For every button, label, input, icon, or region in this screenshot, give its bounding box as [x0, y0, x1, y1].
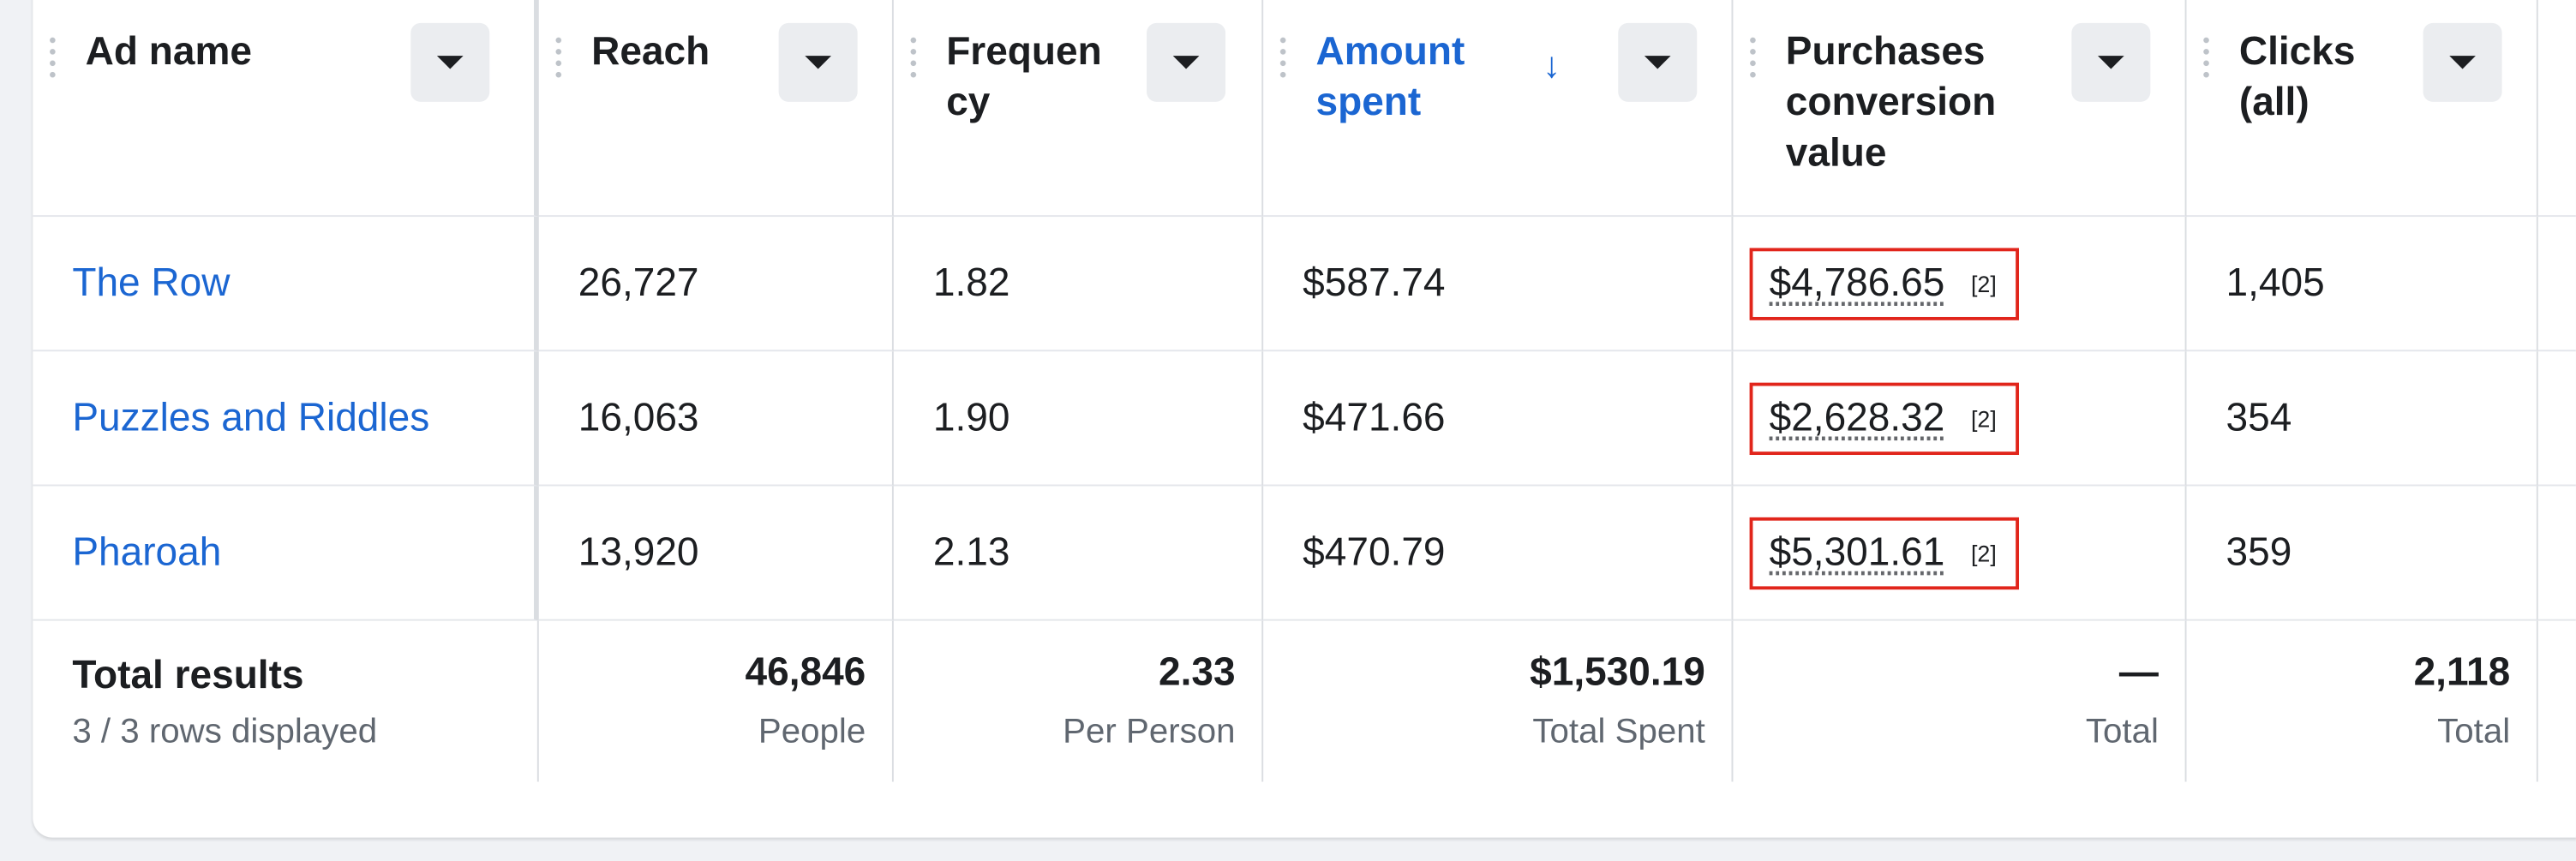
col-header-amount-spent[interactable]: Amount spent ↓	[1263, 0, 1734, 218]
total-reach-unit: People	[758, 712, 866, 751]
caret-down-icon	[436, 56, 464, 69]
drag-handle-icon[interactable]	[1749, 34, 1757, 81]
col-header-label: Clicks (all)	[2238, 29, 2356, 125]
table-row-cell-purchases: $5,301.61 [2]	[1733, 486, 2187, 621]
column-menu-button[interactable]	[1618, 22, 1698, 102]
header-overflow	[2537, 0, 2576, 218]
col-header-label: Frequen cy	[946, 29, 1102, 125]
caret-down-icon	[805, 56, 832, 69]
ads-report-panel: Ad name Reach Frequen cy Amount spent ↓ …	[33, 0, 2576, 838]
attribution-note[interactable]: [2]	[1971, 540, 1997, 566]
col-header-clicks-all[interactable]: Clicks (all)	[2186, 0, 2538, 218]
table-row-cell-reach: 13,920	[538, 486, 894, 621]
table-row-cell-amount-spent: $587.74	[1263, 217, 1734, 352]
col-header-label: Ad name	[85, 29, 252, 75]
table-row-cell-frequency: 2.13	[893, 486, 1264, 621]
table-row-cell-frequency: 1.82	[893, 217, 1264, 352]
table-row-cell-name: The Row	[33, 217, 539, 352]
totals-frequency-cell: 2.33 Per Person	[894, 620, 1264, 782]
column-menu-button[interactable]	[1147, 22, 1226, 102]
col-header-reach[interactable]: Reach	[538, 0, 894, 218]
total-results-label: Total results	[72, 653, 304, 698]
col-header-purchases-conversion-value[interactable]: Purchases conversion value	[1733, 0, 2187, 218]
table-row-cell-purchases: $4,786.65 [2]	[1733, 217, 2187, 352]
column-menu-button[interactable]	[410, 22, 490, 102]
drag-handle-icon[interactable]	[910, 34, 917, 81]
ad-name-link[interactable]: Puzzles and Riddles	[72, 395, 429, 441]
table-row-cell-name: Pharoah	[33, 486, 539, 621]
drag-handle-icon[interactable]	[2202, 34, 2210, 81]
table-row-cell-frequency: 1.90	[893, 351, 1264, 487]
total-frequency: 2.33	[1159, 650, 1236, 695]
purchases-value[interactable]: $4,786.65	[1770, 260, 1945, 307]
ad-name-link[interactable]: Pharoah	[72, 529, 221, 576]
table-row-cell-reach: 16,063	[538, 351, 894, 487]
total-clicks: 2,118	[2413, 650, 2511, 695]
purchases-value[interactable]: $2,628.32	[1770, 395, 1945, 441]
row-overflow	[2537, 351, 2576, 487]
purchases-value[interactable]: $5,301.61	[1770, 529, 1945, 576]
totals-purchases-cell: — Total	[1733, 620, 2187, 782]
column-menu-button[interactable]	[2423, 22, 2502, 102]
col-header-label: Reach	[591, 29, 710, 75]
highlight-box: $5,301.61 [2]	[1749, 516, 2020, 589]
drag-handle-icon[interactable]	[1279, 34, 1287, 81]
caret-down-icon	[1644, 56, 1671, 69]
total-purchases: —	[2118, 650, 2159, 695]
attribution-note[interactable]: [2]	[1971, 270, 1997, 296]
highlight-box: $4,786.65 [2]	[1749, 247, 2020, 320]
totals-reach-cell: 46,846 People	[539, 620, 894, 782]
column-menu-button[interactable]	[2071, 22, 2151, 102]
totals-label-cell: Total results 3 / 3 rows displayed	[33, 620, 539, 782]
totals-amount-cell: $1,530.19 Total Spent	[1263, 620, 1734, 782]
table-row-cell-purchases: $2,628.32 [2]	[1733, 351, 2187, 487]
sort-descending-icon[interactable]: ↓	[1543, 39, 1561, 90]
caret-down-icon	[1172, 56, 1200, 69]
drag-handle-icon[interactable]	[554, 34, 562, 81]
table-row-cell-clicks: 354	[2186, 351, 2538, 487]
table-row-cell-name: Puzzles and Riddles	[33, 351, 539, 487]
totals-overflow	[2538, 621, 2576, 782]
highlight-box: $2,628.32 [2]	[1749, 381, 2020, 455]
drag-handle-icon[interactable]	[49, 34, 57, 81]
attribution-note[interactable]: [2]	[1971, 405, 1997, 432]
col-header-ad-name[interactable]: Ad name	[33, 0, 539, 218]
total-amount-unit: Total Spent	[1532, 712, 1705, 751]
table-row-cell-amount-spent: $470.79	[1263, 486, 1734, 621]
total-amount-spent: $1,530.19	[1530, 650, 1705, 695]
row-overflow	[2537, 217, 2576, 352]
total-clicks-unit: Total	[2437, 712, 2511, 751]
total-reach: 46,846	[745, 650, 866, 695]
ads-table: Ad name Reach Frequen cy Amount spent ↓ …	[33, 0, 2576, 782]
rows-displayed-count: 3 / 3 rows displayed	[72, 712, 378, 751]
total-purchases-unit: Total	[2085, 712, 2159, 751]
stage: Ad name Reach Frequen cy Amount spent ↓ …	[0, 0, 2576, 861]
column-menu-button[interactable]	[778, 22, 858, 102]
ad-name-link[interactable]: The Row	[72, 260, 230, 307]
table-row-cell-clicks: 359	[2186, 486, 2538, 621]
row-overflow	[2537, 486, 2576, 621]
table-row-cell-amount-spent: $471.66	[1263, 351, 1734, 487]
col-header-frequency[interactable]: Frequen cy	[893, 0, 1264, 218]
caret-down-icon	[2449, 56, 2476, 69]
table-row-cell-clicks: 1,405	[2186, 217, 2538, 352]
totals-clicks-cell: 2,118 Total	[2187, 620, 2538, 782]
col-header-label: Purchases conversion value	[1785, 29, 1997, 176]
caret-down-icon	[2098, 56, 2124, 69]
total-frequency-unit: Per Person	[1063, 712, 1236, 751]
table-row-cell-reach: 26,727	[538, 217, 894, 352]
col-header-label: Amount spent	[1315, 29, 1465, 125]
